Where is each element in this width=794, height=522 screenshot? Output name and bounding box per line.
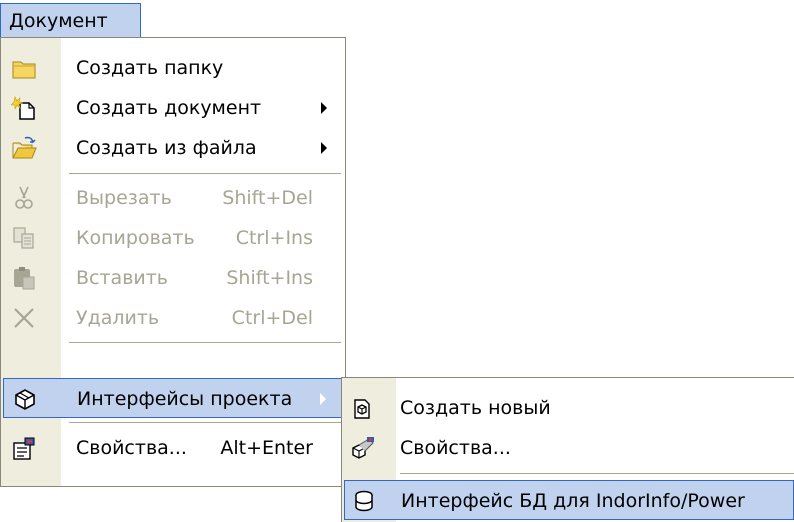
menu-item-cut[interactable]: Вырезать Shift+Del	[3, 178, 343, 218]
menu-item-label: Создать папку	[76, 57, 224, 79]
submenu-item-create-new[interactable]: Создать новый	[344, 388, 794, 428]
properties-icon	[11, 435, 37, 461]
menu-item-shortcut: Ctrl+Ins	[235, 227, 313, 249]
project-interfaces-submenu: Создать новый Свойства... Интерфейс БД д…	[341, 377, 794, 522]
menu-item-copy[interactable]: Копировать Ctrl+Ins	[3, 218, 343, 258]
document-dropdown-menu: Создать папку Создать документ Создать и…	[0, 37, 346, 487]
menu-item-paste[interactable]: Вставить Shift+Ins	[3, 258, 343, 298]
menu-item-shortcut: Shift+Ins	[226, 267, 313, 289]
menu-separator	[400, 473, 794, 474]
delete-icon	[11, 305, 37, 331]
menu-item-create-folder[interactable]: Создать папку	[3, 48, 343, 88]
submenu-item-label: Интерфейс БД для IndorInfo/Power	[401, 490, 745, 512]
database-icon	[351, 488, 377, 514]
menu-item-shortcut: Alt+Enter	[220, 437, 313, 459]
create-new-icon	[350, 395, 376, 421]
menu-item-properties[interactable]: Свойства... Alt+Enter	[3, 428, 343, 468]
copy-icon	[11, 225, 37, 251]
submenu-item-label: Свойства...	[400, 437, 511, 459]
cut-icon	[11, 185, 37, 211]
project-interfaces-icon	[12, 386, 38, 412]
menu-separator	[69, 342, 341, 343]
menu-separator	[69, 173, 341, 174]
submenu-item-db-interface-indorinfo-power[interactable]: Интерфейс БД для IndorInfo/Power	[344, 480, 794, 520]
menu-item-shortcut: Ctrl+Del	[231, 307, 313, 329]
interface-properties-icon	[350, 435, 376, 461]
menu-item-label: Создать документ	[76, 97, 262, 119]
menu-item-create-document[interactable]: Создать документ	[3, 88, 343, 128]
menu-item-label: Копировать	[76, 227, 195, 249]
menu-item-label: Свойства...	[76, 437, 187, 459]
open-folder-icon	[11, 135, 37, 161]
menu-item-label: Вставить	[76, 267, 169, 289]
folder-icon	[11, 55, 37, 81]
menu-item-delete[interactable]: Удалить Ctrl+Del	[3, 298, 343, 338]
menu-item-label: Удалить	[76, 307, 160, 329]
paste-icon	[11, 265, 37, 291]
document-menu-screen: Документ Создать папку Создать документ	[0, 0, 794, 522]
submenu-arrow-icon	[320, 393, 326, 405]
menu-item-label: Интерфейсы проекта	[77, 388, 293, 410]
menu-document[interactable]: Документ	[0, 3, 141, 38]
submenu-item-label: Создать новый	[400, 397, 551, 419]
menu-item-project-interfaces[interactable]: Интерфейсы проекта	[3, 378, 343, 418]
new-document-icon	[11, 95, 37, 121]
menu-item-label: Создать из файла	[76, 137, 257, 159]
menu-item-label: Вырезать	[76, 187, 172, 209]
menu-separator	[69, 422, 341, 423]
menu-item-shortcut: Shift+Del	[222, 187, 313, 209]
menu-item-create-from-file[interactable]: Создать из файла	[3, 128, 343, 168]
submenu-item-properties[interactable]: Свойства...	[344, 428, 794, 468]
submenu-arrow-icon	[321, 102, 327, 114]
submenu-arrow-icon	[321, 142, 327, 154]
